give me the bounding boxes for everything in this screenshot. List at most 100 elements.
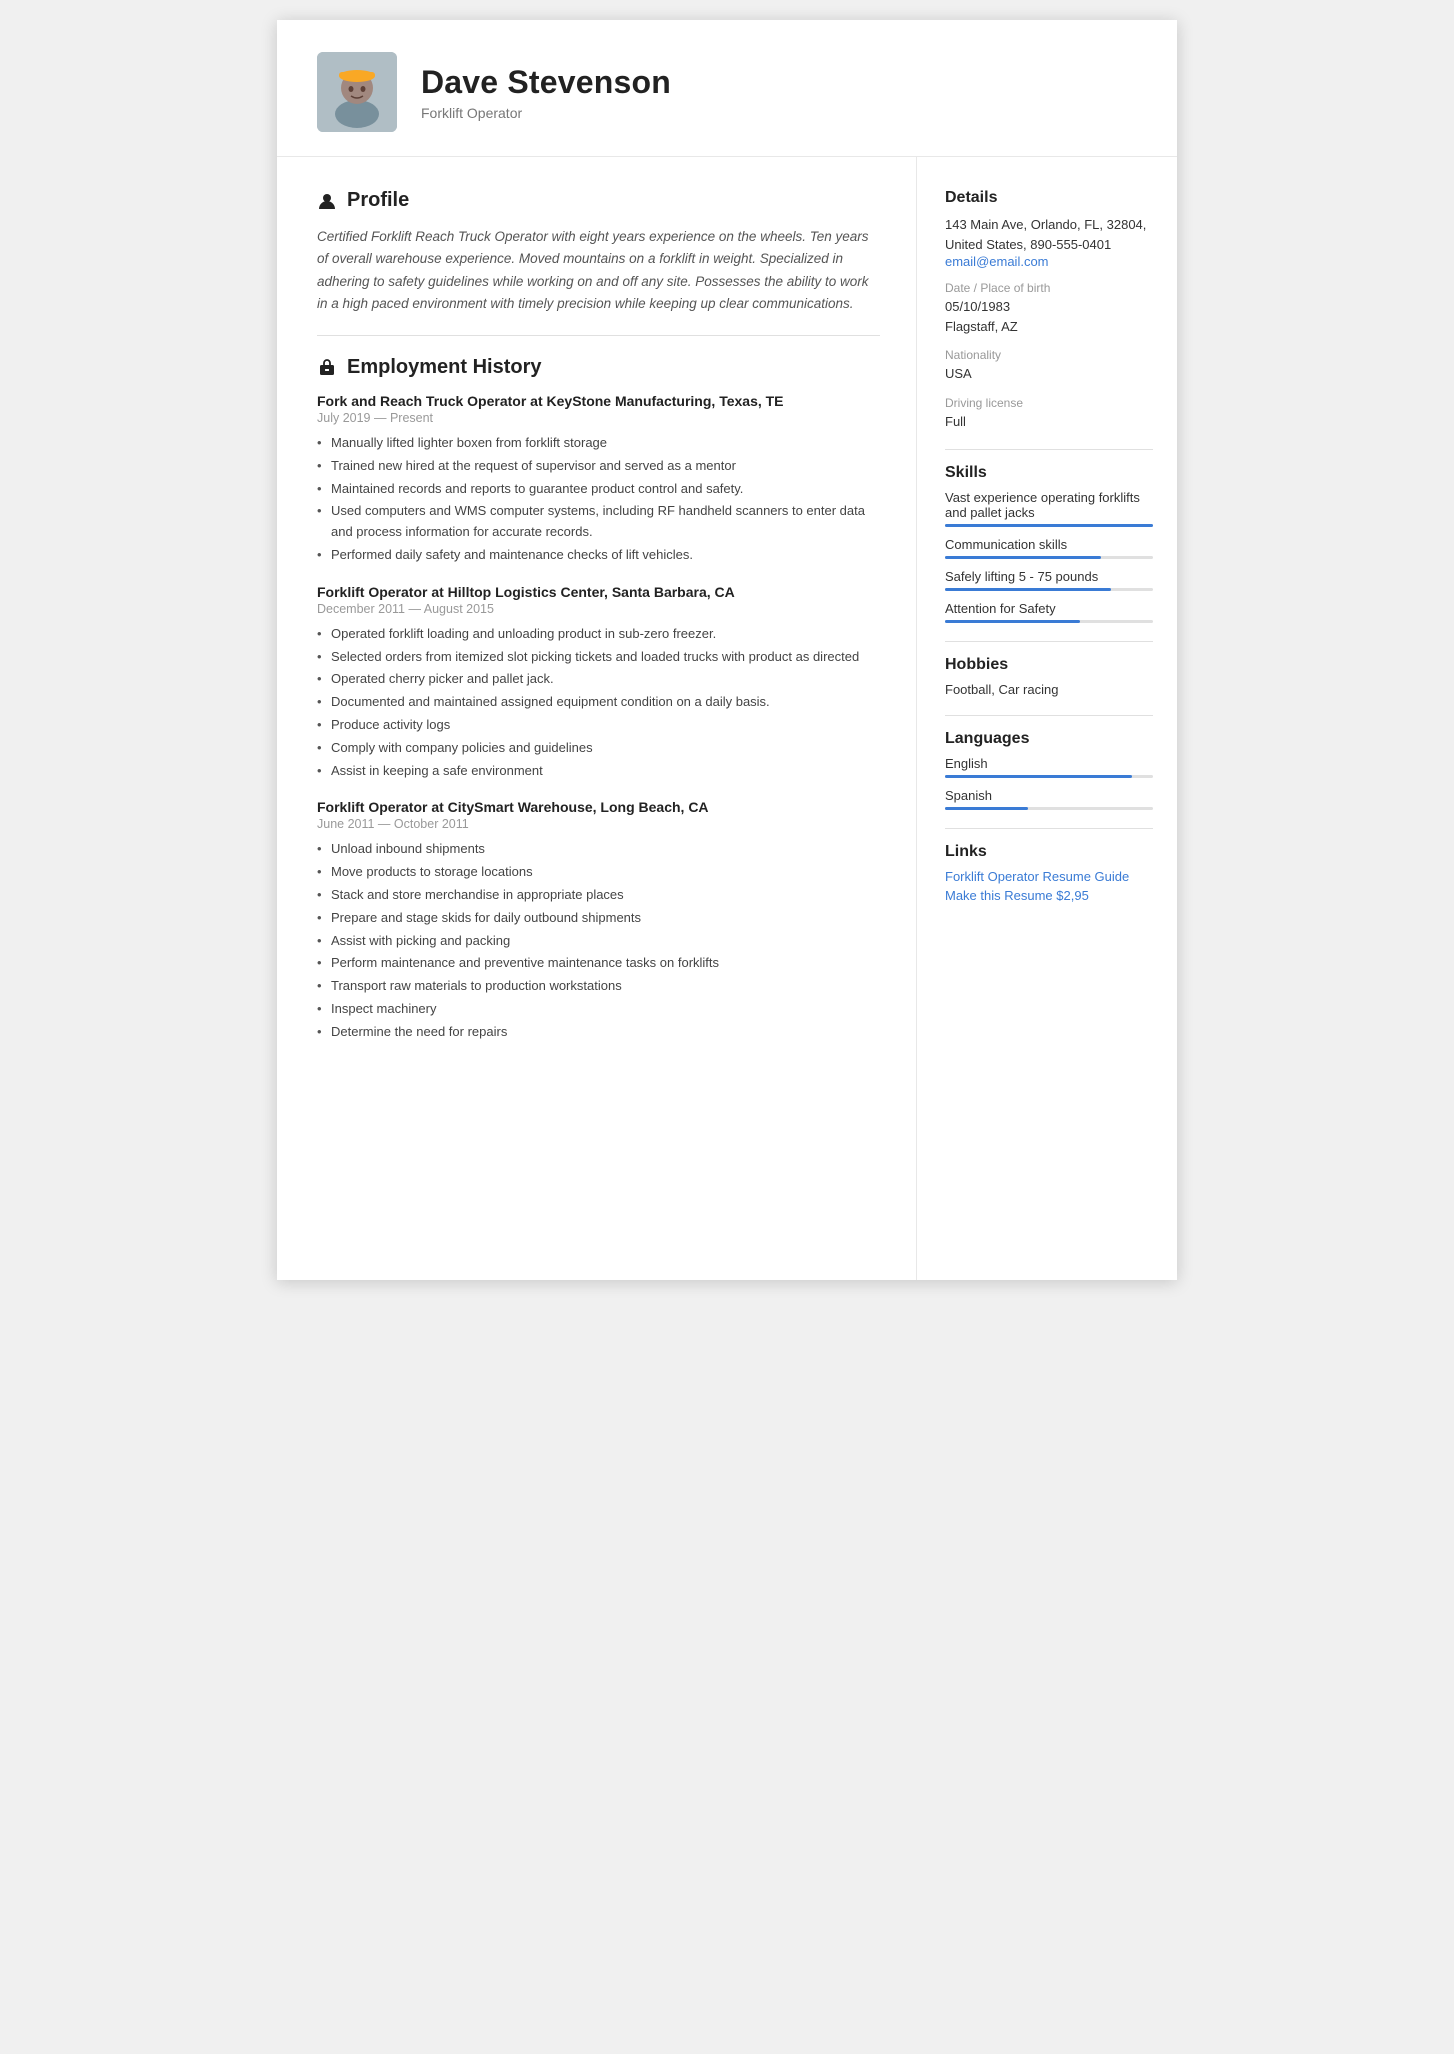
languages-heading: Languages [945, 730, 1153, 748]
skills-hobbies-divider [945, 641, 1153, 642]
bullet-item: Used computers and WMS computer systems,… [317, 501, 880, 543]
bullet-item: Assist in keeping a safe environment [317, 761, 880, 782]
skill-item-0: Vast experience operating forklifts and … [945, 490, 1153, 527]
job-bullets-2: Unload inbound shipmentsMove products to… [317, 839, 880, 1042]
bullet-item: Operated forklift loading and unloading … [317, 624, 880, 645]
bullet-item: Selected orders from itemized slot picki… [317, 647, 880, 668]
candidate-title: Forklift Operator [421, 105, 671, 121]
skill-bar-fill-0 [945, 524, 1153, 527]
driving-value: Full [945, 412, 1153, 432]
skill-item-3: Attention for Safety [945, 601, 1153, 623]
skill-bar-bg-3 [945, 620, 1153, 623]
bullet-item: Determine the need for repairs [317, 1022, 880, 1043]
details-section: Details 143 Main Ave, Orlando, FL, 32804… [945, 189, 1153, 431]
details-skills-divider [945, 449, 1153, 450]
jobs-container: Fork and Reach Truck Operator at KeySton… [317, 393, 880, 1043]
bullet-item: Operated cherry picker and pallet jack. [317, 669, 880, 690]
dob-place: Flagstaff, AZ [945, 317, 1153, 337]
bullet-item: Documented and maintained assigned equip… [317, 692, 880, 713]
bullet-item: Trained new hired at the request of supe… [317, 456, 880, 477]
sidebar-column: Details 143 Main Ave, Orlando, FL, 32804… [917, 157, 1177, 1280]
skill-name-3: Attention for Safety [945, 601, 1153, 616]
employment-heading: Employment History [317, 356, 880, 379]
languages-container: English Spanish [945, 756, 1153, 810]
skill-name-1: Communication skills [945, 537, 1153, 552]
language-bar-fill-0 [945, 775, 1132, 778]
links-section: Links Forklift Operator Resume Guide Make… [945, 843, 1153, 903]
skill-bar-bg-2 [945, 588, 1153, 591]
bullet-item: Comply with company policies and guideli… [317, 738, 880, 759]
profile-text: Certified Forklift Reach Truck Operator … [317, 226, 880, 315]
link-item-1[interactable]: Make this Resume $2,95 [945, 888, 1153, 903]
candidate-name: Dave Stevenson [421, 64, 671, 101]
skills-section: Skills Vast experience operating forklif… [945, 464, 1153, 623]
job-item-1: Forklift Operator at Hilltop Logistics C… [317, 584, 880, 782]
language-bar-fill-1 [945, 807, 1028, 810]
profile-divider [317, 335, 880, 336]
skill-bar-bg-0 [945, 524, 1153, 527]
nationality-value: USA [945, 364, 1153, 384]
header: Dave Stevenson Forklift Operator [277, 20, 1177, 157]
job-date-1: December 2011 — August 2015 [317, 602, 880, 616]
email-value[interactable]: email@email.com [945, 254, 1153, 269]
skills-heading: Skills [945, 464, 1153, 482]
profile-heading: Profile [317, 189, 880, 212]
details-heading: Details [945, 189, 1153, 207]
job-item-2: Forklift Operator at CitySmart Warehouse… [317, 799, 880, 1042]
job-date-2: June 2011 — October 2011 [317, 817, 880, 831]
bullet-item: Assist with picking and packing [317, 931, 880, 952]
bullet-item: Perform maintenance and preventive maint… [317, 953, 880, 974]
skill-bar-bg-1 [945, 556, 1153, 559]
hobbies-section: Hobbies Football, Car racing [945, 656, 1153, 697]
skill-bar-fill-1 [945, 556, 1101, 559]
job-item-0: Fork and Reach Truck Operator at KeySton… [317, 393, 880, 566]
bullet-item: Unload inbound shipments [317, 839, 880, 860]
skill-name-0: Vast experience operating forklifts and … [945, 490, 1153, 520]
bullet-item: Inspect machinery [317, 999, 880, 1020]
hobbies-heading: Hobbies [945, 656, 1153, 674]
skill-bar-fill-2 [945, 588, 1111, 591]
language-item-1: Spanish [945, 788, 1153, 810]
body-columns: Profile Certified Forklift Reach Truck O… [277, 157, 1177, 1280]
dob-value: 05/10/1983 [945, 297, 1153, 317]
bullet-item: Maintained records and reports to guaran… [317, 479, 880, 500]
links-container: Forklift Operator Resume Guide Make this … [945, 869, 1153, 903]
link-item-0[interactable]: Forklift Operator Resume Guide [945, 869, 1153, 884]
skill-name-2: Safely lifting 5 - 75 pounds [945, 569, 1153, 584]
employment-icon [317, 358, 337, 378]
bullet-item: Transport raw materials to production wo… [317, 976, 880, 997]
bullet-item: Move products to storage locations [317, 862, 880, 883]
address-value: 143 Main Ave, Orlando, FL, 32804, United… [945, 215, 1153, 254]
language-bar-bg-1 [945, 807, 1153, 810]
hobbies-languages-divider [945, 715, 1153, 716]
skill-item-2: Safely lifting 5 - 75 pounds [945, 569, 1153, 591]
job-title-2: Forklift Operator at CitySmart Warehouse… [317, 799, 880, 815]
hobbies-text: Football, Car racing [945, 682, 1153, 697]
language-name-0: English [945, 756, 1153, 771]
bullet-item: Manually lifted lighter boxen from forkl… [317, 433, 880, 454]
skills-container: Vast experience operating forklifts and … [945, 490, 1153, 623]
language-bar-bg-0 [945, 775, 1153, 778]
main-column: Profile Certified Forklift Reach Truck O… [277, 157, 917, 1280]
employment-section: Employment History Fork and Reach Truck … [317, 356, 880, 1043]
language-name-1: Spanish [945, 788, 1153, 803]
languages-section: Languages English Spanish [945, 730, 1153, 810]
job-title-0: Fork and Reach Truck Operator at KeySton… [317, 393, 880, 409]
job-bullets-1: Operated forklift loading and unloading … [317, 624, 880, 782]
dob-label: Date / Place of birth [945, 281, 1153, 295]
header-info: Dave Stevenson Forklift Operator [421, 64, 671, 121]
links-heading: Links [945, 843, 1153, 861]
profile-icon [317, 191, 337, 211]
skill-bar-fill-3 [945, 620, 1080, 623]
job-title-1: Forklift Operator at Hilltop Logistics C… [317, 584, 880, 600]
bullet-item: Prepare and stage skids for daily outbou… [317, 908, 880, 929]
language-item-0: English [945, 756, 1153, 778]
nationality-label: Nationality [945, 348, 1153, 362]
profile-photo [317, 52, 397, 132]
driving-label: Driving license [945, 396, 1153, 410]
job-bullets-0: Manually lifted lighter boxen from forkl… [317, 433, 880, 566]
bullet-item: Stack and store merchandise in appropria… [317, 885, 880, 906]
job-date-0: July 2019 — Present [317, 411, 880, 425]
skill-item-1: Communication skills [945, 537, 1153, 559]
bullet-item: Performed daily safety and maintenance c… [317, 545, 880, 566]
